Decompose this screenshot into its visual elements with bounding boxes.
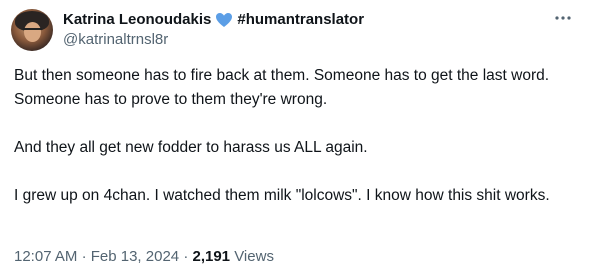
blue-heart-icon: [215, 12, 233, 28]
tweet-paragraph: I grew up on 4chan. I watched them milk …: [14, 187, 550, 204]
author-name[interactable]: Katrina Leonoudakis: [63, 11, 211, 29]
tweet-paragraph: But then someone has to fire back at the…: [14, 67, 550, 108]
author-hashtag: #humantranslator: [237, 11, 365, 28]
tweet-time[interactable]: 12:07 AM: [14, 248, 77, 265]
tweet-paragraph: And they all get new fodder to harass us…: [14, 139, 368, 156]
views-label: Views: [234, 248, 274, 265]
avatar-glasses: [23, 28, 42, 35]
views-count: 2,191: [192, 248, 231, 265]
more-options-icon[interactable]: [554, 9, 572, 25]
meta-separator: ·: [183, 248, 189, 265]
tweet-date[interactable]: Feb 13, 2024: [91, 248, 179, 265]
avatar[interactable]: [11, 9, 53, 51]
author-name-row: Katrina Leonoudakis #humantranslator: [63, 11, 364, 29]
tweet-body: But then someone has to fire back at the…: [14, 64, 579, 208]
tweet-meta: 12:07 AM · Feb 13, 2024 · 2,191 Views: [14, 248, 274, 266]
author-handle[interactable]: @katrinaltrnsl8r: [63, 31, 168, 49]
meta-separator: ·: [81, 248, 87, 265]
tweet-card: Katrina Leonoudakis #humantranslator @ka…: [0, 0, 590, 271]
